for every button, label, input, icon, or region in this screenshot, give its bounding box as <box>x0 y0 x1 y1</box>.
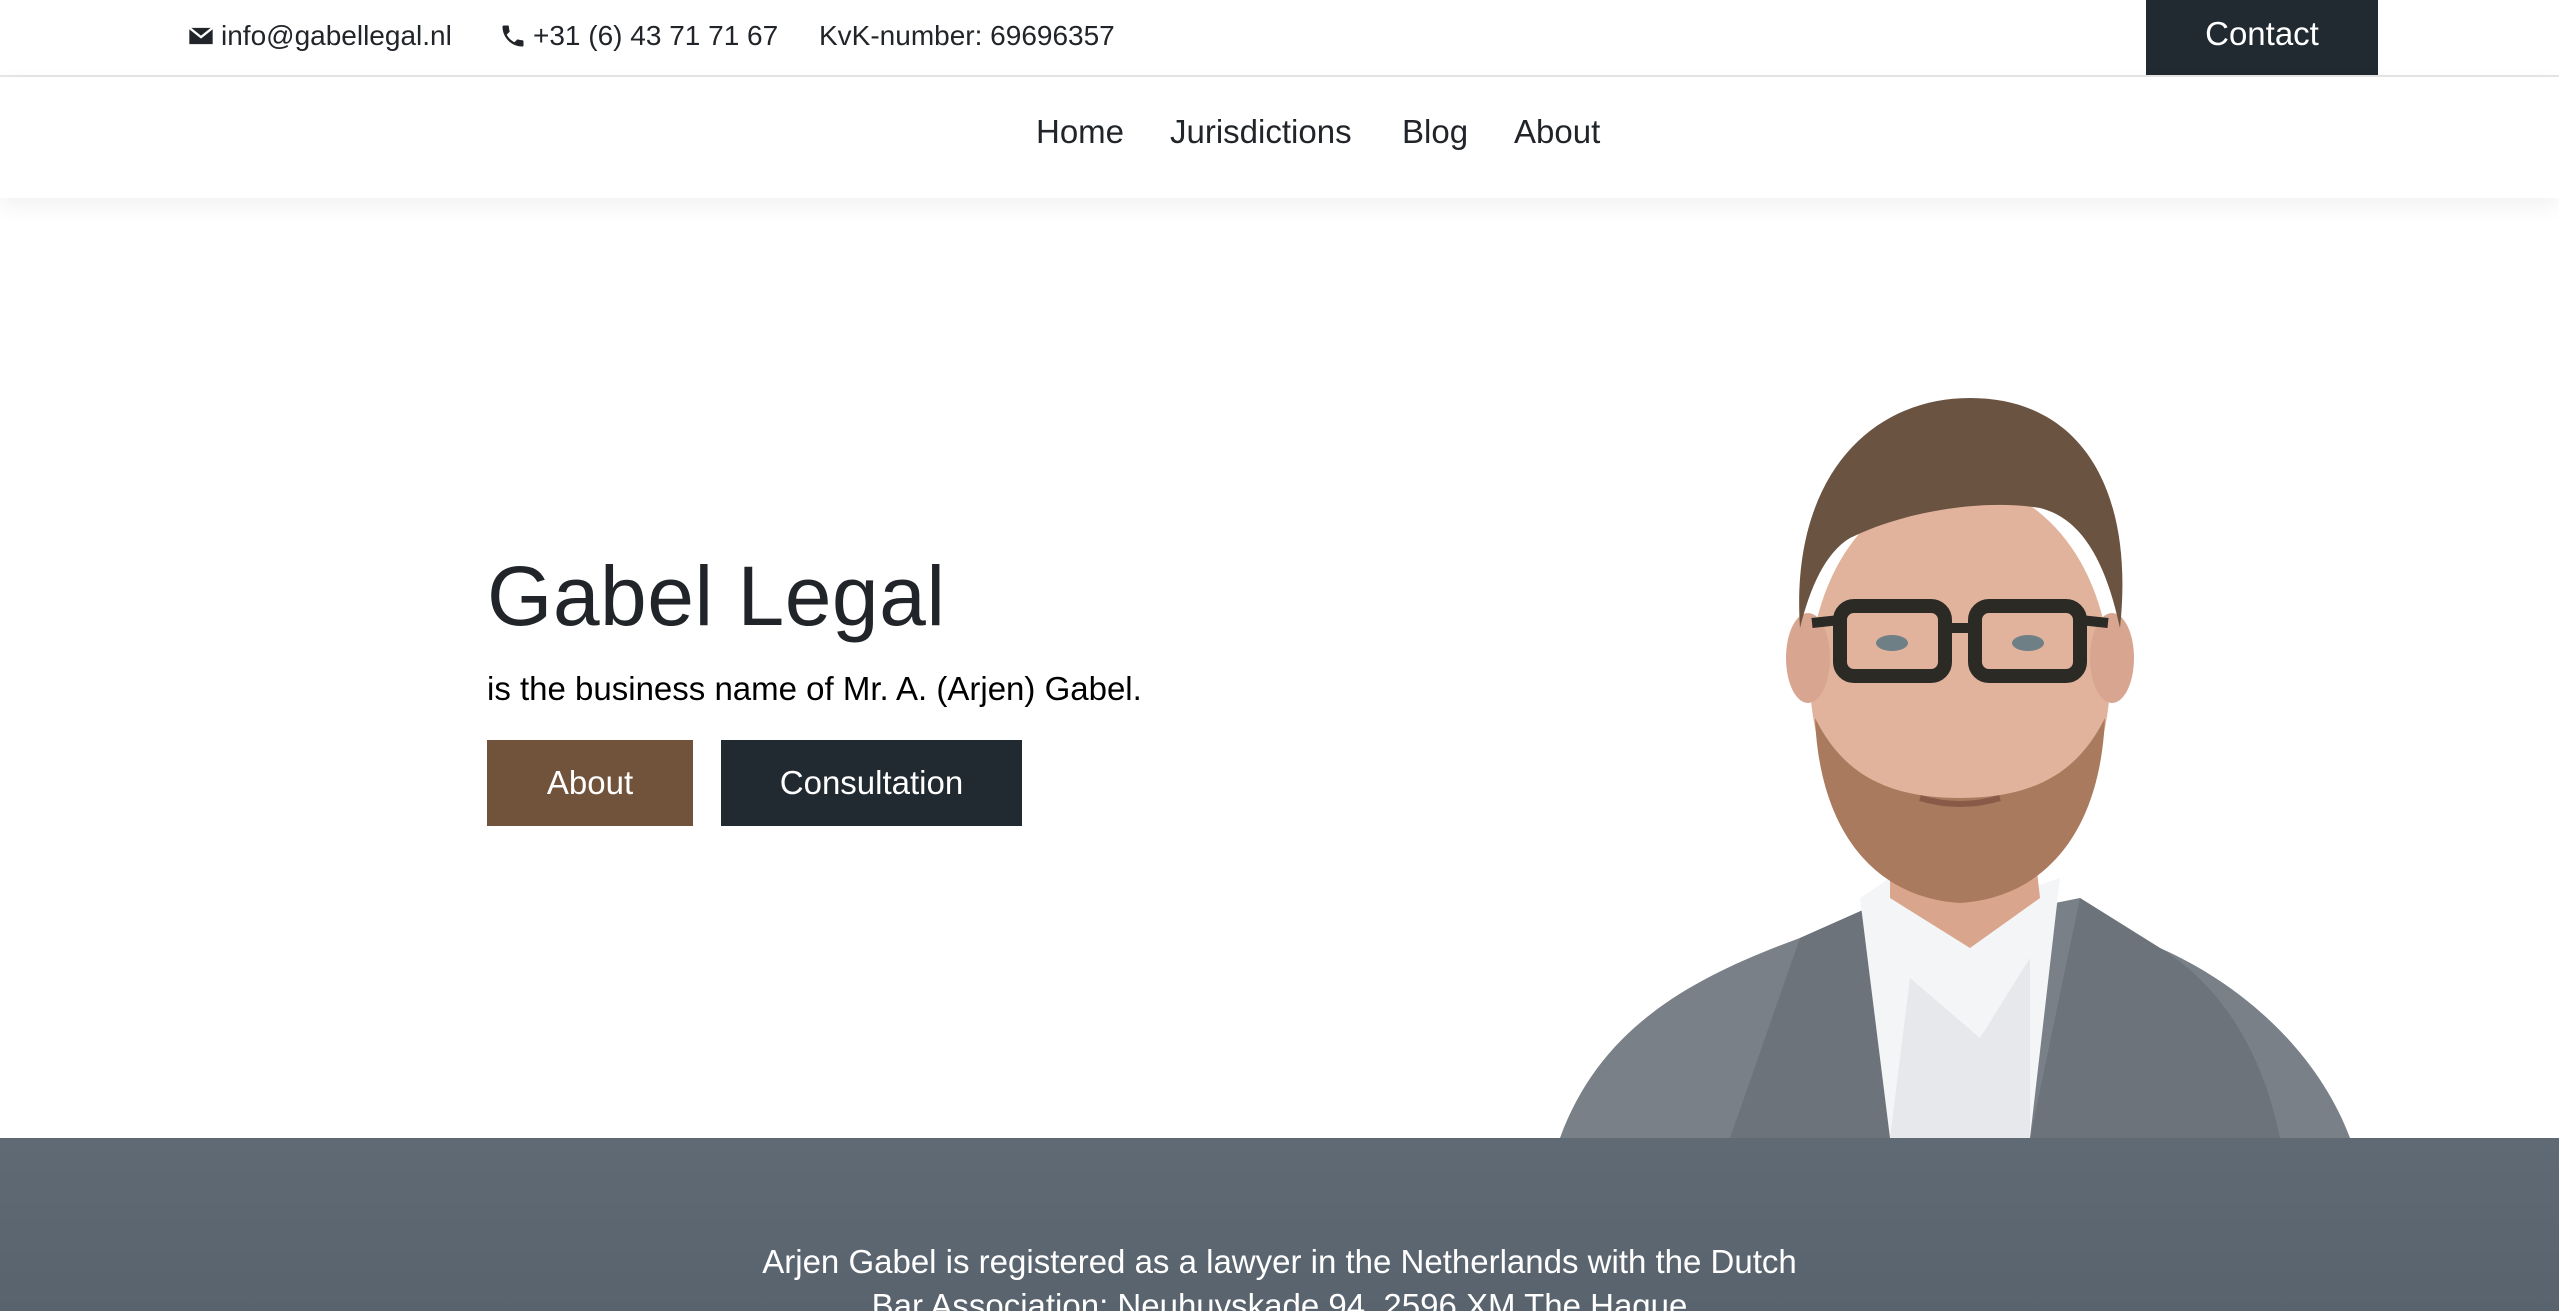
hero-subtitle: is the business name of Mr. A. (Arjen) G… <box>487 670 1142 707</box>
envelope-icon <box>188 26 214 45</box>
nav-blog[interactable]: Blog <box>1402 113 1468 151</box>
phone-text: +31 (6) 43 71 71 67 <box>533 20 779 51</box>
email-text: info@gabellegal.nl <box>221 20 452 51</box>
email-link[interactable]: info@gabellegal.nl <box>187 18 452 54</box>
phone-icon <box>502 25 524 47</box>
phone-link[interactable]: +31 (6) 43 71 71 67 <box>499 18 778 54</box>
consultation-button[interactable]: Consultation <box>721 740 1022 826</box>
about-button[interactable]: About <box>487 740 693 826</box>
page-title: Gabel Legal <box>487 549 946 643</box>
kvk-number: KvK-number: 69696357 <box>819 20 1115 51</box>
lawyer-portrait <box>1560 398 2350 1138</box>
contact-button[interactable]: Contact <box>2146 0 2378 75</box>
nav-jurisdictions[interactable]: Jurisdictions <box>1170 113 1352 151</box>
footer: Arjen Gabel is registered as a lawyer in… <box>0 1138 2559 1311</box>
hero-section: Gabel Legal is the business name of Mr. … <box>0 198 2559 1138</box>
nav-home[interactable]: Home <box>1036 113 1124 151</box>
main-navigation: Home Jurisdictions Blog About <box>0 77 2559 198</box>
footer-registration-text: Arjen Gabel is registered as a lawyer in… <box>762 1243 1797 1311</box>
top-bar: info@gabellegal.nl +31 (6) 43 71 71 67 K… <box>0 0 2559 77</box>
nav-about[interactable]: About <box>1514 113 1600 151</box>
